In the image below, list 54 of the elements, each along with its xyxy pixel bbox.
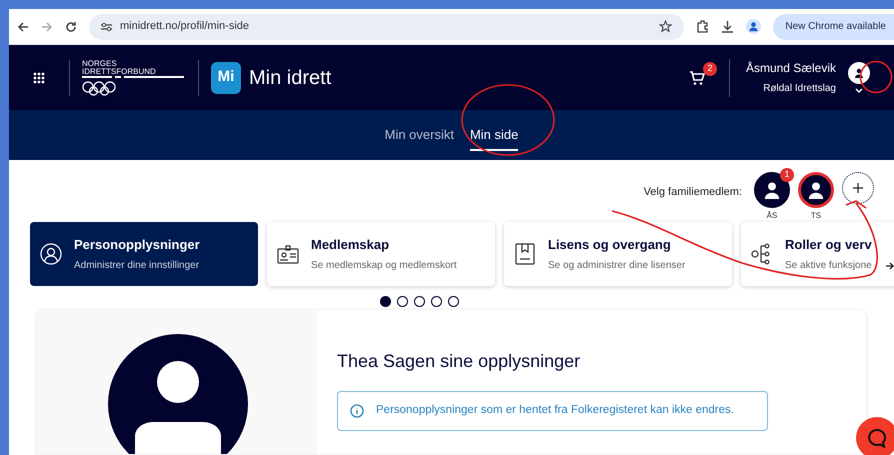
update-button[interactable]: New Chrome available [773,14,894,40]
chevron-down-icon[interactable] [855,88,863,93]
family-member-avatar[interactable] [754,172,790,208]
person-icon [40,243,62,265]
add-member-button[interactable] [842,172,874,204]
document-icon [514,243,536,265]
card-subtitle: Administrer dine innstillinger [74,259,200,274]
family-label: Velg familiemedlem: [644,185,742,200]
cart-icon[interactable] [688,70,705,86]
notification-badge: 1 [780,168,794,182]
user-name: Åsmund Sælevik [746,60,836,77]
user-icon [854,68,864,78]
nav-card[interactable]: Roller og verv Se aktive funksjone [741,222,894,286]
cart-count-badge: 2 [702,62,717,76]
app-logo: Mi [211,62,241,94]
annotation-circle [860,60,892,94]
family-member-avatar[interactable] [798,172,834,208]
chat-bubble-icon [867,428,887,448]
user-club: Røldal Idrettslag [763,82,836,96]
scroll-arrow-icon[interactable] [886,261,894,271]
person-icon [763,181,781,199]
card-title: Medlemskap [311,236,390,254]
reload-icon[interactable] [65,20,77,32]
member-initials: ÅS [766,210,778,222]
card-subtitle: Se aktive funksjone [785,259,872,274]
nav-card[interactable]: Personopplysninger Administrer dine innstillinger [30,222,258,286]
card-title: Lisens og overgang [548,236,672,254]
account-button[interactable] [848,62,870,84]
card-title: Roller og verv [785,236,872,254]
card-subtitle: Se medlemskap og medlemskort [311,259,457,274]
plus-icon [852,182,864,194]
chat-button[interactable] [856,417,894,455]
app-name: Min idrett [249,66,332,90]
nav-card[interactable]: Medlemskap Se medlemskap og medlemskort [267,222,495,286]
card-title: Personopplysninger [74,236,200,254]
nav-tab[interactable]: Min oversikt [384,125,454,151]
nav-card[interactable]: Lisens og overgang Se og administrer dine lisenser [504,222,732,286]
section-heading: Thea Sagen sine opplysninger [337,350,582,373]
download-icon[interactable] [721,20,734,33]
member-initials: TS [810,210,822,222]
address-bar[interactable]: minidrett.no/profil/min-side [89,14,684,40]
person-icon [807,181,825,199]
idcard-icon [277,243,299,265]
info-icon [350,404,364,418]
profile-icon[interactable] [746,19,762,34]
site-settings-icon [101,22,112,32]
nav-tab[interactable]: Min side [470,125,518,151]
info-text: Personopplysninger som er hentet fra Folkeregisteret kan ikke endres. [376,403,734,418]
card-subtitle: Se og administrer dine lisenser [548,259,686,274]
back-icon[interactable] [17,20,29,32]
apps-grid-icon[interactable] [33,72,45,84]
star-icon[interactable] [659,20,672,33]
url-text: minidrett.no/profil/min-side [120,19,250,34]
extensions-icon[interactable] [696,20,710,33]
